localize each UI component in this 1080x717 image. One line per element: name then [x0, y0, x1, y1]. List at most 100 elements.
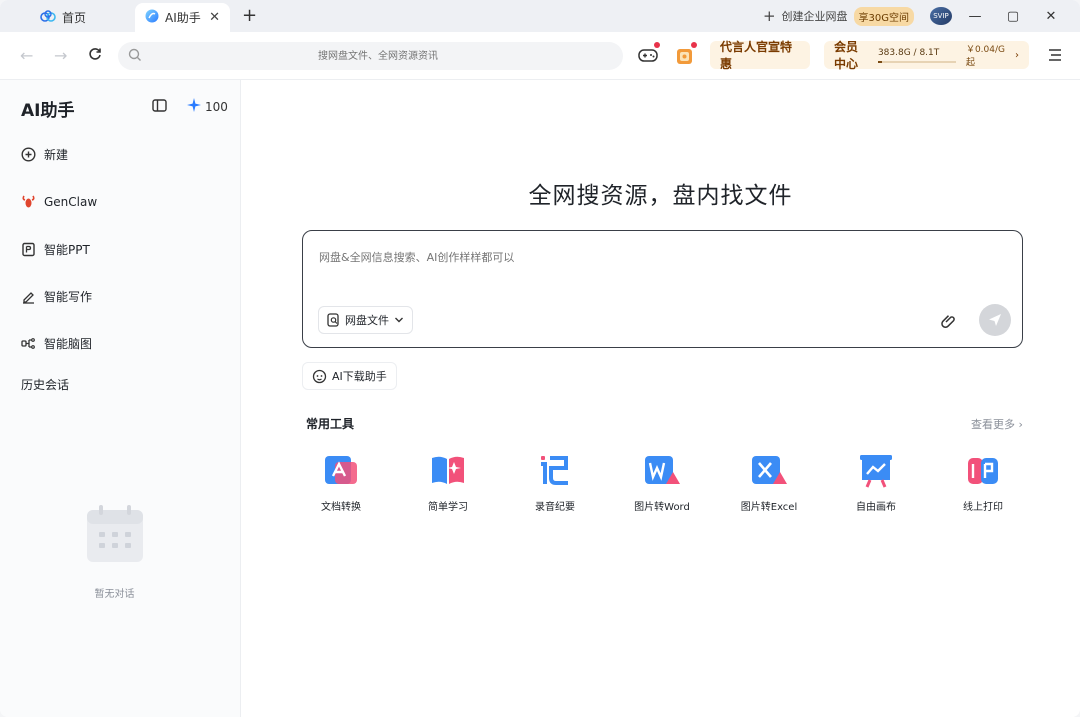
main-content: 全网搜资源，盘内找文件 网盘文件 AI下载助手 常用工具 查看更多 › [241, 80, 1080, 717]
gift-icon[interactable] [674, 42, 697, 66]
plus-circle-icon [21, 147, 36, 162]
tool-label: 线上打印 [963, 502, 1003, 513]
tool-image-to-excel[interactable]: 图片转Excel [729, 450, 809, 513]
attachment-icon[interactable] [939, 311, 957, 332]
composer-input[interactable] [319, 249, 999, 289]
tool-label: 图片转Word [634, 502, 690, 513]
doc-convert-icon [321, 450, 361, 490]
download-chip-label: AI下载助手 [332, 370, 387, 383]
ppt-icon [22, 242, 35, 257]
enterprise-label: 创建企业网盘 [781, 10, 848, 23]
tab-home-label: 首页 [62, 11, 87, 25]
notification-dot [691, 42, 697, 48]
tool-label: 图片转Excel [740, 502, 798, 513]
cloud-logo-icon [40, 10, 56, 25]
sidebar-item-new[interactable]: 新建 [21, 146, 68, 163]
svip-avatar[interactable]: SVIP [930, 7, 952, 25]
plus-icon: + [762, 7, 776, 25]
game-controller-icon[interactable] [637, 42, 660, 66]
tool-label: 简单学习 [428, 502, 468, 513]
sidebar-item-mindmap[interactable]: 智能脑图 [21, 335, 92, 352]
sidebar-item-genclaw[interactable]: GenClaw [21, 194, 97, 209]
create-enterprise-button[interactable]: + 创建企业网盘 享30G空间 [762, 6, 914, 26]
titlebar-right: + 创建企业网盘 享30G空间 SVIP — ▢ ✕ [763, 0, 1080, 32]
tool-label: 自由画布 [856, 502, 896, 513]
spokesperson-promo-button[interactable]: 代言人官宣特惠 [710, 40, 810, 71]
title-bar: 首页 AI助手 ✕ + + 创建企业网盘 享30G空间 SVIP — ▢ ✕ [0, 0, 1080, 32]
ai-download-assistant-button[interactable]: AI下载助手 [302, 362, 397, 390]
search-input[interactable] [148, 42, 608, 70]
view-more-link[interactable]: 查看更多 › [971, 416, 1023, 432]
pen-icon [23, 292, 34, 304]
print-icon [963, 450, 1003, 490]
forward-arrow-icon[interactable]: → [54, 46, 67, 65]
storage-bar [877, 60, 956, 63]
download-bot-icon [312, 369, 327, 383]
hero-title: 全网搜资源，盘内找文件 [528, 183, 793, 209]
credits-value: 100 [205, 99, 228, 114]
storage-bar-fill [877, 60, 882, 63]
tool-label: 录音纪要 [535, 502, 575, 513]
image-to-excel-icon [749, 450, 789, 490]
chevron-right-icon: › [1018, 418, 1023, 431]
tool-free-canvas[interactable]: 自由画布 [836, 450, 916, 513]
tool-image-to-word[interactable]: 图片转Word [622, 450, 702, 513]
sidebar-item-smart-writing[interactable]: 智能写作 [21, 288, 92, 305]
sparkle-icon [187, 98, 201, 115]
notification-dot [654, 42, 660, 48]
enterprise-badge: 享30G空间 [853, 6, 914, 26]
empty-history-text: 暂无对话 [94, 589, 135, 600]
tab-ai-assistant[interactable]: AI助手 ✕ [135, 3, 230, 32]
minimize-button[interactable]: — [960, 9, 990, 24]
tool-simple-learning[interactable]: 简单学习 [408, 450, 488, 513]
sidebar-item-label: 新建 [44, 148, 69, 162]
new-tab-button[interactable]: + [242, 5, 257, 26]
back-arrow-icon[interactable]: ← [20, 46, 33, 65]
tool-recording-notes[interactable]: 录音纪要 [515, 450, 595, 513]
tool-label: 文档转换 [321, 502, 361, 513]
nav-bar: ← → 代言人官宣特惠 会员中心 383.8G / 8.1T [0, 32, 1080, 80]
tool-doc-convert[interactable]: 文档转换 [301, 450, 381, 513]
tab-home[interactable]: 首页 [30, 3, 130, 32]
tab-ai-label: AI助手 [165, 11, 201, 25]
promo-ad-label: 代言人官宣特惠 [720, 40, 793, 71]
search-scope-dropdown[interactable]: 网盘文件 [318, 306, 413, 334]
app-window: 首页 AI助手 ✕ + + 创建企业网盘 享30G空间 SVIP — ▢ ✕ ←… [0, 0, 1080, 717]
record-notes-icon [535, 450, 575, 490]
chevron-down-icon [395, 317, 403, 323]
close-tab-icon[interactable]: ✕ [209, 10, 220, 25]
storage-text: 383.8G / 8.1T [877, 47, 940, 58]
book-icon [428, 450, 468, 490]
svip-label: SVIP [933, 12, 949, 20]
sidebar-item-label: 智能脑图 [44, 337, 93, 351]
view-more-label: 查看更多 [971, 418, 1015, 431]
history-section-label: 历史会话 [21, 378, 70, 392]
tool-online-print[interactable]: 线上打印 [943, 450, 1023, 513]
chevron-right-icon: › [1015, 49, 1019, 61]
price-text: ￥0.04/G起 [965, 45, 1005, 68]
credits-counter[interactable]: 100 [187, 98, 228, 115]
drive-file-search-icon [327, 313, 339, 327]
refresh-icon[interactable] [88, 46, 102, 65]
sidebar-item-smart-ppt[interactable]: 智能PPT [21, 241, 90, 258]
canvas-icon [856, 450, 896, 490]
vip-center-label: 会员中心 [834, 40, 859, 71]
tools-section-title: 常用工具 [306, 417, 355, 431]
global-search[interactable] [118, 42, 623, 70]
search-icon [128, 48, 142, 65]
sidebar-title: AI助手 [21, 101, 75, 121]
vip-center-button[interactable]: 会员中心 383.8G / 8.1T ￥0.04/G起 › [824, 40, 1029, 71]
close-window-button[interactable]: ✕ [1036, 9, 1066, 24]
sidebar-item-label: 智能PPT [44, 243, 90, 257]
calendar-icon [86, 504, 144, 567]
send-button[interactable] [979, 304, 1011, 336]
mindmap-icon [21, 338, 35, 349]
maximize-button[interactable]: ▢ [998, 9, 1028, 24]
lobster-icon [22, 195, 35, 208]
image-to-word-icon [642, 450, 682, 490]
sidebar-toggle-icon[interactable] [152, 99, 167, 115]
storage-usage: 383.8G / 8.1T [877, 47, 956, 63]
composer-box: 网盘文件 [302, 230, 1023, 348]
hamburger-menu-icon[interactable] [1048, 49, 1062, 64]
scope-label: 网盘文件 [345, 314, 389, 327]
